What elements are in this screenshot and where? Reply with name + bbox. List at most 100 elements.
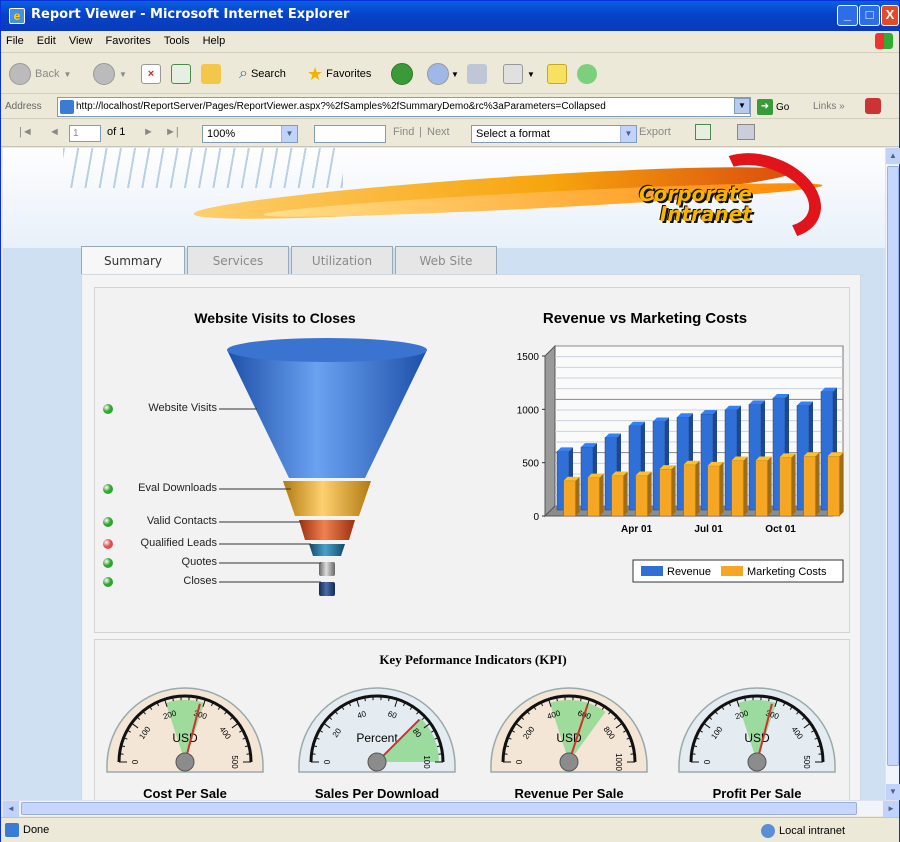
stop-button[interactable]: ×: [141, 62, 161, 86]
prev-page-icon[interactable]: ◄: [49, 126, 60, 138]
gauge-0: 0100200 300400500USDCost Per Sale: [106, 687, 264, 800]
gauge-tick-label: 0: [323, 759, 332, 764]
export-link[interactable]: Export: [639, 126, 671, 138]
menu-favorites[interactable]: Favorites: [101, 31, 156, 51]
report-content: Corporate Intranet Summary Services Util…: [3, 148, 885, 800]
horizontal-scrollbar[interactable]: ◄ ►: [3, 800, 899, 817]
menu-edit[interactable]: Edit: [32, 31, 61, 51]
find-input[interactable]: [314, 125, 386, 143]
gauge-unit-label: Percent: [356, 731, 398, 745]
scroll-left-icon[interactable]: ◄: [3, 801, 19, 817]
home-button[interactable]: [201, 62, 221, 86]
find-link[interactable]: Find: [393, 126, 414, 138]
refresh-button[interactable]: [171, 62, 191, 86]
address-url: http://localhost/ReportServer/Pages/Repo…: [76, 101, 606, 112]
links-extra-icon[interactable]: [865, 98, 881, 114]
menu-tools[interactable]: Tools: [159, 31, 195, 51]
first-page-icon[interactable]: |◄: [19, 126, 33, 138]
marketing-bar: [803, 452, 820, 517]
page-number-input[interactable]: 1: [69, 125, 101, 142]
address-input[interactable]: http://localhost/ReportServer/Pages/Repo…: [57, 97, 751, 117]
marketing-bar-side: [839, 452, 844, 516]
go-label: Go: [776, 101, 790, 113]
funnel-segment-valid-contacts: [299, 520, 355, 540]
menu-file[interactable]: File: [1, 31, 29, 51]
gauge-hub: [175, 752, 195, 772]
page-number-value: 1: [73, 128, 79, 139]
favorites-button[interactable]: ★ Favorites: [307, 62, 371, 86]
home-icon: [201, 64, 221, 84]
forward-arrow-icon: [93, 63, 115, 85]
windows-logo-icon: [875, 33, 893, 49]
status-dot-qualified-leads: [103, 539, 113, 549]
funnel-segment-eval-downloads: [283, 481, 371, 516]
menu-bar: File Edit View Favorites Tools Help: [1, 31, 899, 53]
marketing-bar-side: [743, 456, 748, 516]
find-next-link[interactable]: Next: [427, 126, 450, 138]
tab-services[interactable]: Services: [187, 246, 289, 274]
last-page-icon[interactable]: ►|: [165, 126, 179, 138]
horizontal-scroll-thumb[interactable]: [21, 802, 857, 815]
marketing-bar-side: [599, 473, 604, 516]
gauge-tick: [503, 753, 508, 755]
x-tick-label: Apr 01: [621, 524, 653, 535]
search-button[interactable]: ⌕ Search: [239, 62, 286, 86]
menu-view[interactable]: View: [64, 31, 98, 51]
close-button[interactable]: X: [881, 5, 899, 26]
marketing-bar-face: [731, 460, 744, 517]
security-zone: Local intranet: [761, 824, 845, 838]
minimize-button[interactable]: _: [837, 5, 858, 26]
go-button[interactable]: ➜ Go: [757, 99, 789, 115]
marketing-bar-side: [791, 453, 796, 516]
back-button[interactable]: Back ▼: [9, 62, 71, 86]
print-button[interactable]: [467, 62, 487, 86]
maximize-button[interactable]: □: [859, 5, 880, 26]
history-button[interactable]: [391, 62, 413, 86]
tab-web-site[interactable]: Web Site: [395, 246, 497, 274]
menu-help[interactable]: Help: [198, 31, 231, 51]
tab-summary[interactable]: Summary: [81, 246, 185, 275]
forward-button[interactable]: ▼: [93, 62, 127, 86]
scroll-down-icon[interactable]: ▼: [886, 784, 900, 800]
export-format-select[interactable]: Select a format ▼: [471, 125, 637, 143]
marketing-bar-side: [815, 452, 820, 516]
messenger-button[interactable]: [577, 62, 597, 86]
gauge-tick: [438, 753, 443, 755]
gauge-tick: [311, 753, 316, 755]
favorites-label: Favorites: [326, 68, 372, 80]
status-dot-eval-downloads: [103, 484, 113, 494]
gauge-unit-label: USD: [744, 731, 770, 745]
marketing-bar: [707, 461, 724, 517]
edit-button[interactable]: ▼: [503, 62, 535, 86]
kpi-section: Key Peformance Indicators (KPI) 0 100 200 3…: [94, 639, 850, 800]
marketing-bar-side: [695, 460, 700, 516]
history-icon: [391, 63, 413, 85]
vertical-scroll-thumb[interactable]: [887, 166, 899, 766]
next-page-icon[interactable]: ►: [143, 126, 154, 138]
address-label: Address: [5, 101, 42, 112]
marketing-bar-face: [563, 480, 576, 517]
mail-button[interactable]: ▼: [427, 62, 459, 86]
discuss-button[interactable]: [547, 62, 567, 86]
tab-utilization[interactable]: Utilization: [291, 246, 393, 274]
title-bar: e Report Viewer - Microsoft Internet Exp…: [1, 1, 899, 31]
favorites-star-icon: ★: [307, 63, 324, 84]
report-refresh-icon[interactable]: [695, 124, 711, 140]
scroll-right-icon[interactable]: ►: [883, 801, 899, 817]
links-button[interactable]: Links »: [813, 101, 845, 112]
gauge-2: 02004006008001000USDRevenue Per Sale: [490, 687, 648, 800]
window-title: Report Viewer - Microsoft Internet Explo…: [31, 7, 350, 22]
report-print-icon[interactable]: [737, 124, 755, 140]
marketing-bar-side: [623, 471, 628, 516]
marketing-bar-face: [755, 460, 768, 517]
kpi-title: Key Peformance Indicators (KPI): [379, 652, 567, 667]
gauge-tick: [119, 753, 124, 755]
scroll-up-icon[interactable]: ▲: [886, 148, 900, 164]
vertical-scrollbar[interactable]: ▲ ▼: [885, 148, 900, 800]
zoom-select[interactable]: 100% ▼: [202, 125, 298, 143]
marketing-bar-face: [779, 457, 792, 517]
edit-icon: [503, 64, 523, 84]
address-dropdown-icon[interactable]: ▼: [734, 98, 750, 114]
status-page-icon: [5, 823, 19, 837]
gauge-tick-label: 100: [422, 755, 431, 769]
